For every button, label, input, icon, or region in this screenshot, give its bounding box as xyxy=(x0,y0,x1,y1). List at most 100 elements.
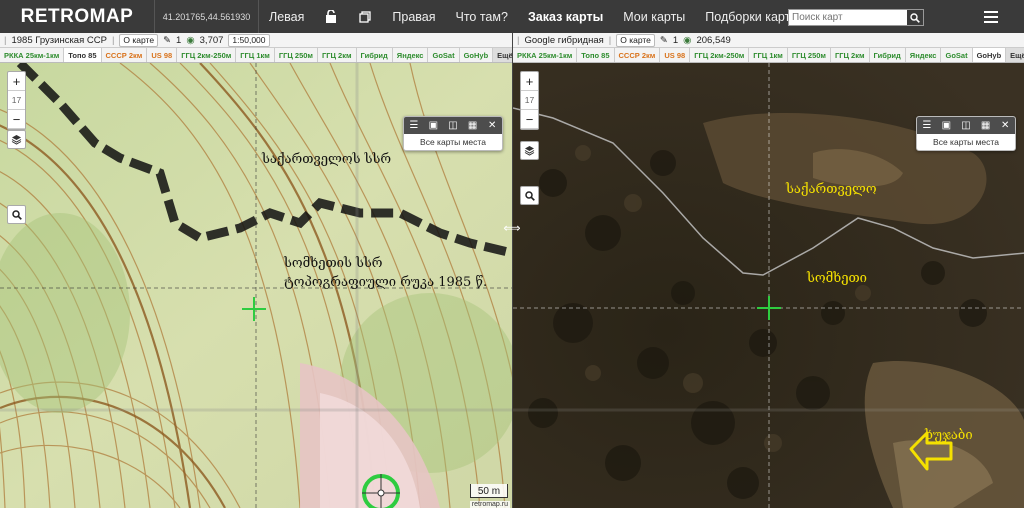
map-label-georgia: საქართველო xyxy=(786,182,877,197)
places-toolbar: ☰ ▣ ◫ ▦ ✕ xyxy=(404,117,502,134)
map-search-icon[interactable] xyxy=(520,186,539,205)
tab-ggc-2km[interactable]: ГГЦ 2км xyxy=(830,48,870,62)
split-view-icon[interactable]: ◫ xyxy=(445,120,461,131)
map-label-armenia: სომხეთი xyxy=(807,271,867,286)
map-label-khujabi: ხუჯაბი xyxy=(925,428,973,443)
copy-icon[interactable] xyxy=(348,0,382,33)
map-label-topo-map-1985: ტოპოგრაფიული რუკა 1985 წ. xyxy=(284,275,488,290)
nav-right-pane[interactable]: Правая xyxy=(382,0,445,33)
tab-ggc-250m[interactable]: ГГЦ 250м xyxy=(274,48,318,62)
map-search-icon[interactable] xyxy=(7,205,26,224)
zoom-in-button[interactable]: + xyxy=(8,72,25,91)
tab-ussr-2km[interactable]: СССР 2км xyxy=(614,48,661,62)
right-about-map-button[interactable]: О карте xyxy=(616,33,655,47)
list-icon[interactable]: ☰ xyxy=(919,120,935,131)
right-zoom-control: + 17 − xyxy=(520,71,539,130)
zoom-out-button[interactable]: − xyxy=(521,110,538,129)
logo[interactable]: RETROMAP xyxy=(0,0,155,33)
left-layer-tabs: РККА 25км-1км Топо 85 СССР 2км US 98 ГГЦ… xyxy=(0,48,512,63)
image-icon[interactable]: ▣ xyxy=(938,120,954,131)
close-icon[interactable]: ✕ xyxy=(484,120,500,131)
tab-ggc-2km-250m[interactable]: ГГЦ 2км-250м xyxy=(690,48,750,62)
scale-bar: 50 m xyxy=(470,484,508,498)
left-info-bar: | 1985 Грузинская ССР | О карте ✎ 1 ◉ 3,… xyxy=(0,33,512,48)
map-credit[interactable]: retromap.ru xyxy=(469,501,510,508)
zoom-level: 17 xyxy=(8,91,25,110)
tab-more[interactable]: Ещё... xyxy=(493,48,512,62)
nav-order-map[interactable]: Заказ карты xyxy=(518,0,613,33)
search-icon[interactable] xyxy=(907,10,923,25)
tab-rkka[interactable]: РККА 25км-1км xyxy=(513,48,578,62)
right-map-title[interactable]: Google гибридная xyxy=(524,35,603,46)
info-divider: | xyxy=(111,34,115,46)
tab-hybrid[interactable]: Гибрид xyxy=(356,48,393,62)
search-input[interactable] xyxy=(789,10,907,25)
tab-gohyb[interactable]: GoHyb xyxy=(972,48,1007,62)
info-divider: | xyxy=(608,34,612,46)
right-satellite-map[interactable]: + 17 − ☰ ▣ ◫ ▦ ✕ Все карты места საქართვ… xyxy=(513,63,1024,508)
tab-ggc-1km[interactable]: ГГЦ 1км xyxy=(236,48,275,62)
tab-us98[interactable]: US 98 xyxy=(147,48,178,62)
nav-left-pane[interactable]: Левая xyxy=(259,0,314,33)
grid-icon[interactable]: ▦ xyxy=(465,120,481,131)
right-edits-count: 1 xyxy=(672,34,679,46)
edit-icon: ✎ xyxy=(659,34,668,46)
info-divider: | xyxy=(517,34,520,46)
map-label-georgian-ssr: საქართველოს სსრ xyxy=(262,152,392,167)
tab-us98[interactable]: US 98 xyxy=(660,48,691,62)
tab-ggc-2km-250m[interactable]: ГГЦ 2км-250м xyxy=(177,48,237,62)
tab-hybrid[interactable]: Гибрид xyxy=(869,48,906,62)
layers-icon[interactable] xyxy=(7,130,26,149)
right-info-bar: | Google гибридная | О карте ✎ 1 ◉ 206,5… xyxy=(513,33,1024,48)
left-about-map-button[interactable]: О карте xyxy=(119,33,159,47)
image-icon[interactable]: ▣ xyxy=(425,120,441,131)
tab-ggc-250m[interactable]: ГГЦ 250м xyxy=(787,48,831,62)
hamburger-icon[interactable] xyxy=(976,0,1006,33)
right-places-widget: ☰ ▣ ◫ ▦ ✕ Все карты места xyxy=(916,116,1016,151)
left-views-count: 3,707 xyxy=(199,34,224,46)
right-views-count: 206,549 xyxy=(696,34,731,46)
layers-icon[interactable] xyxy=(520,141,539,160)
edit-icon: ✎ xyxy=(163,34,172,46)
tab-topo85[interactable]: Топо 85 xyxy=(64,48,102,62)
info-divider: | xyxy=(4,34,7,46)
tab-gohyb[interactable]: GoHyb xyxy=(459,48,494,62)
left-map-pane: | 1985 Грузинская ССР | О карте ✎ 1 ◉ 3,… xyxy=(0,33,512,508)
search-box xyxy=(788,9,924,26)
left-map-title[interactable]: 1985 Грузинская ССР xyxy=(11,35,106,46)
tab-ggc-1km[interactable]: ГГЦ 1км xyxy=(749,48,788,62)
top-bar: RETROMAP 41.201765,44.561930 Левая Права… xyxy=(0,0,1024,33)
nav-my-maps[interactable]: Мои карты xyxy=(613,0,695,33)
left-topo-map[interactable]: + 17 − ☰ ▣ ◫ ▦ ✕ Все карты места საქართვ… xyxy=(0,59,512,508)
map-label-armenian-ssr: სომხეთის სსრ xyxy=(284,256,383,271)
all-place-maps-link[interactable]: Все карты места xyxy=(404,134,502,151)
tab-ggc-2km[interactable]: ГГЦ 2км xyxy=(317,48,357,62)
tab-ussr-2km[interactable]: СССР 2км xyxy=(101,48,148,62)
zoom-in-button[interactable]: + xyxy=(521,72,538,91)
tab-rkka[interactable]: РККА 25км-1км xyxy=(0,48,65,62)
all-place-maps-link[interactable]: Все карты места xyxy=(917,134,1015,151)
grid-icon[interactable]: ▦ xyxy=(978,120,994,131)
zoom-out-button[interactable]: − xyxy=(8,110,25,129)
tab-gosat[interactable]: GoSat xyxy=(941,48,973,62)
nav-map-collections[interactable]: Подборки карт xyxy=(695,0,800,33)
tab-gosat[interactable]: GoSat xyxy=(428,48,460,62)
swap-arrows-icon[interactable]: ⟺ xyxy=(499,221,525,235)
right-layer-tabs: РККА 25км-1км Топо 85 СССР 2км US 98 ГГЦ… xyxy=(513,48,1024,63)
tab-yandex[interactable]: Яндекс xyxy=(392,48,429,62)
coordinates-readout: 41.201765,44.561930 xyxy=(155,0,259,33)
tab-topo85[interactable]: Топо 85 xyxy=(577,48,615,62)
nav-what-there[interactable]: Что там? xyxy=(446,0,518,33)
lock-icon[interactable] xyxy=(314,0,348,33)
list-icon[interactable]: ☰ xyxy=(406,120,422,131)
places-toolbar: ☰ ▣ ◫ ▦ ✕ xyxy=(917,117,1015,134)
eye-icon: ◉ xyxy=(186,34,195,46)
tab-more[interactable]: Ещё... xyxy=(1006,48,1024,62)
left-scale-ratio: 1:50,000 xyxy=(228,33,270,47)
eye-icon: ◉ xyxy=(683,34,692,46)
tab-yandex[interactable]: Яндекс xyxy=(905,48,942,62)
right-map-pane: | Google гибридная | О карте ✎ 1 ◉ 206,5… xyxy=(512,33,1024,508)
split-view-icon[interactable]: ◫ xyxy=(958,120,974,131)
close-icon[interactable]: ✕ xyxy=(997,120,1013,131)
left-zoom-control: + 17 − xyxy=(7,71,26,130)
